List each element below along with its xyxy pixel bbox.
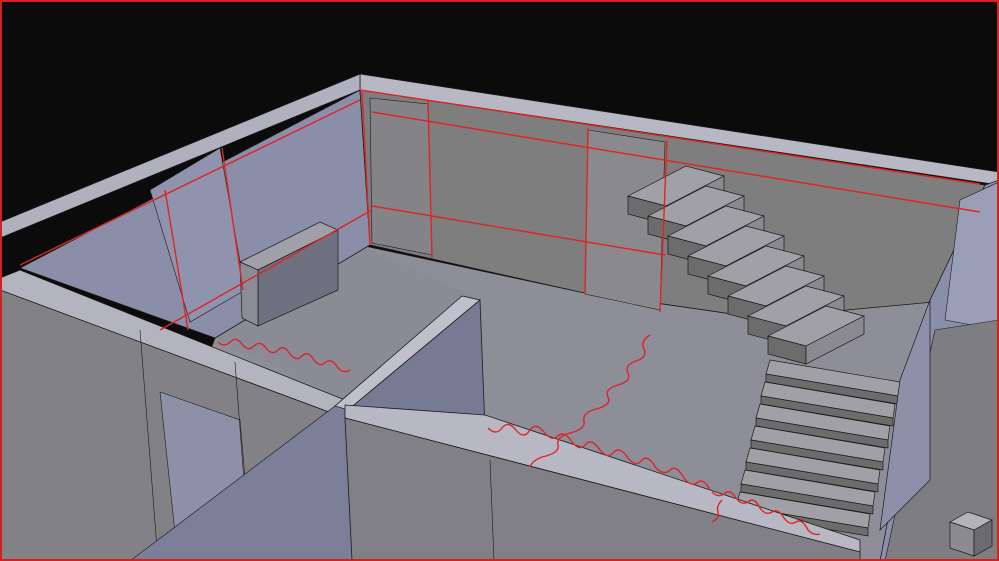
wall-back-recess-1	[369, 97, 433, 256]
corner-cube[interactable]	[949, 511, 993, 557]
3d-viewport[interactable]	[0, 0, 999, 561]
scene-canvas[interactable]	[0, 0, 999, 561]
